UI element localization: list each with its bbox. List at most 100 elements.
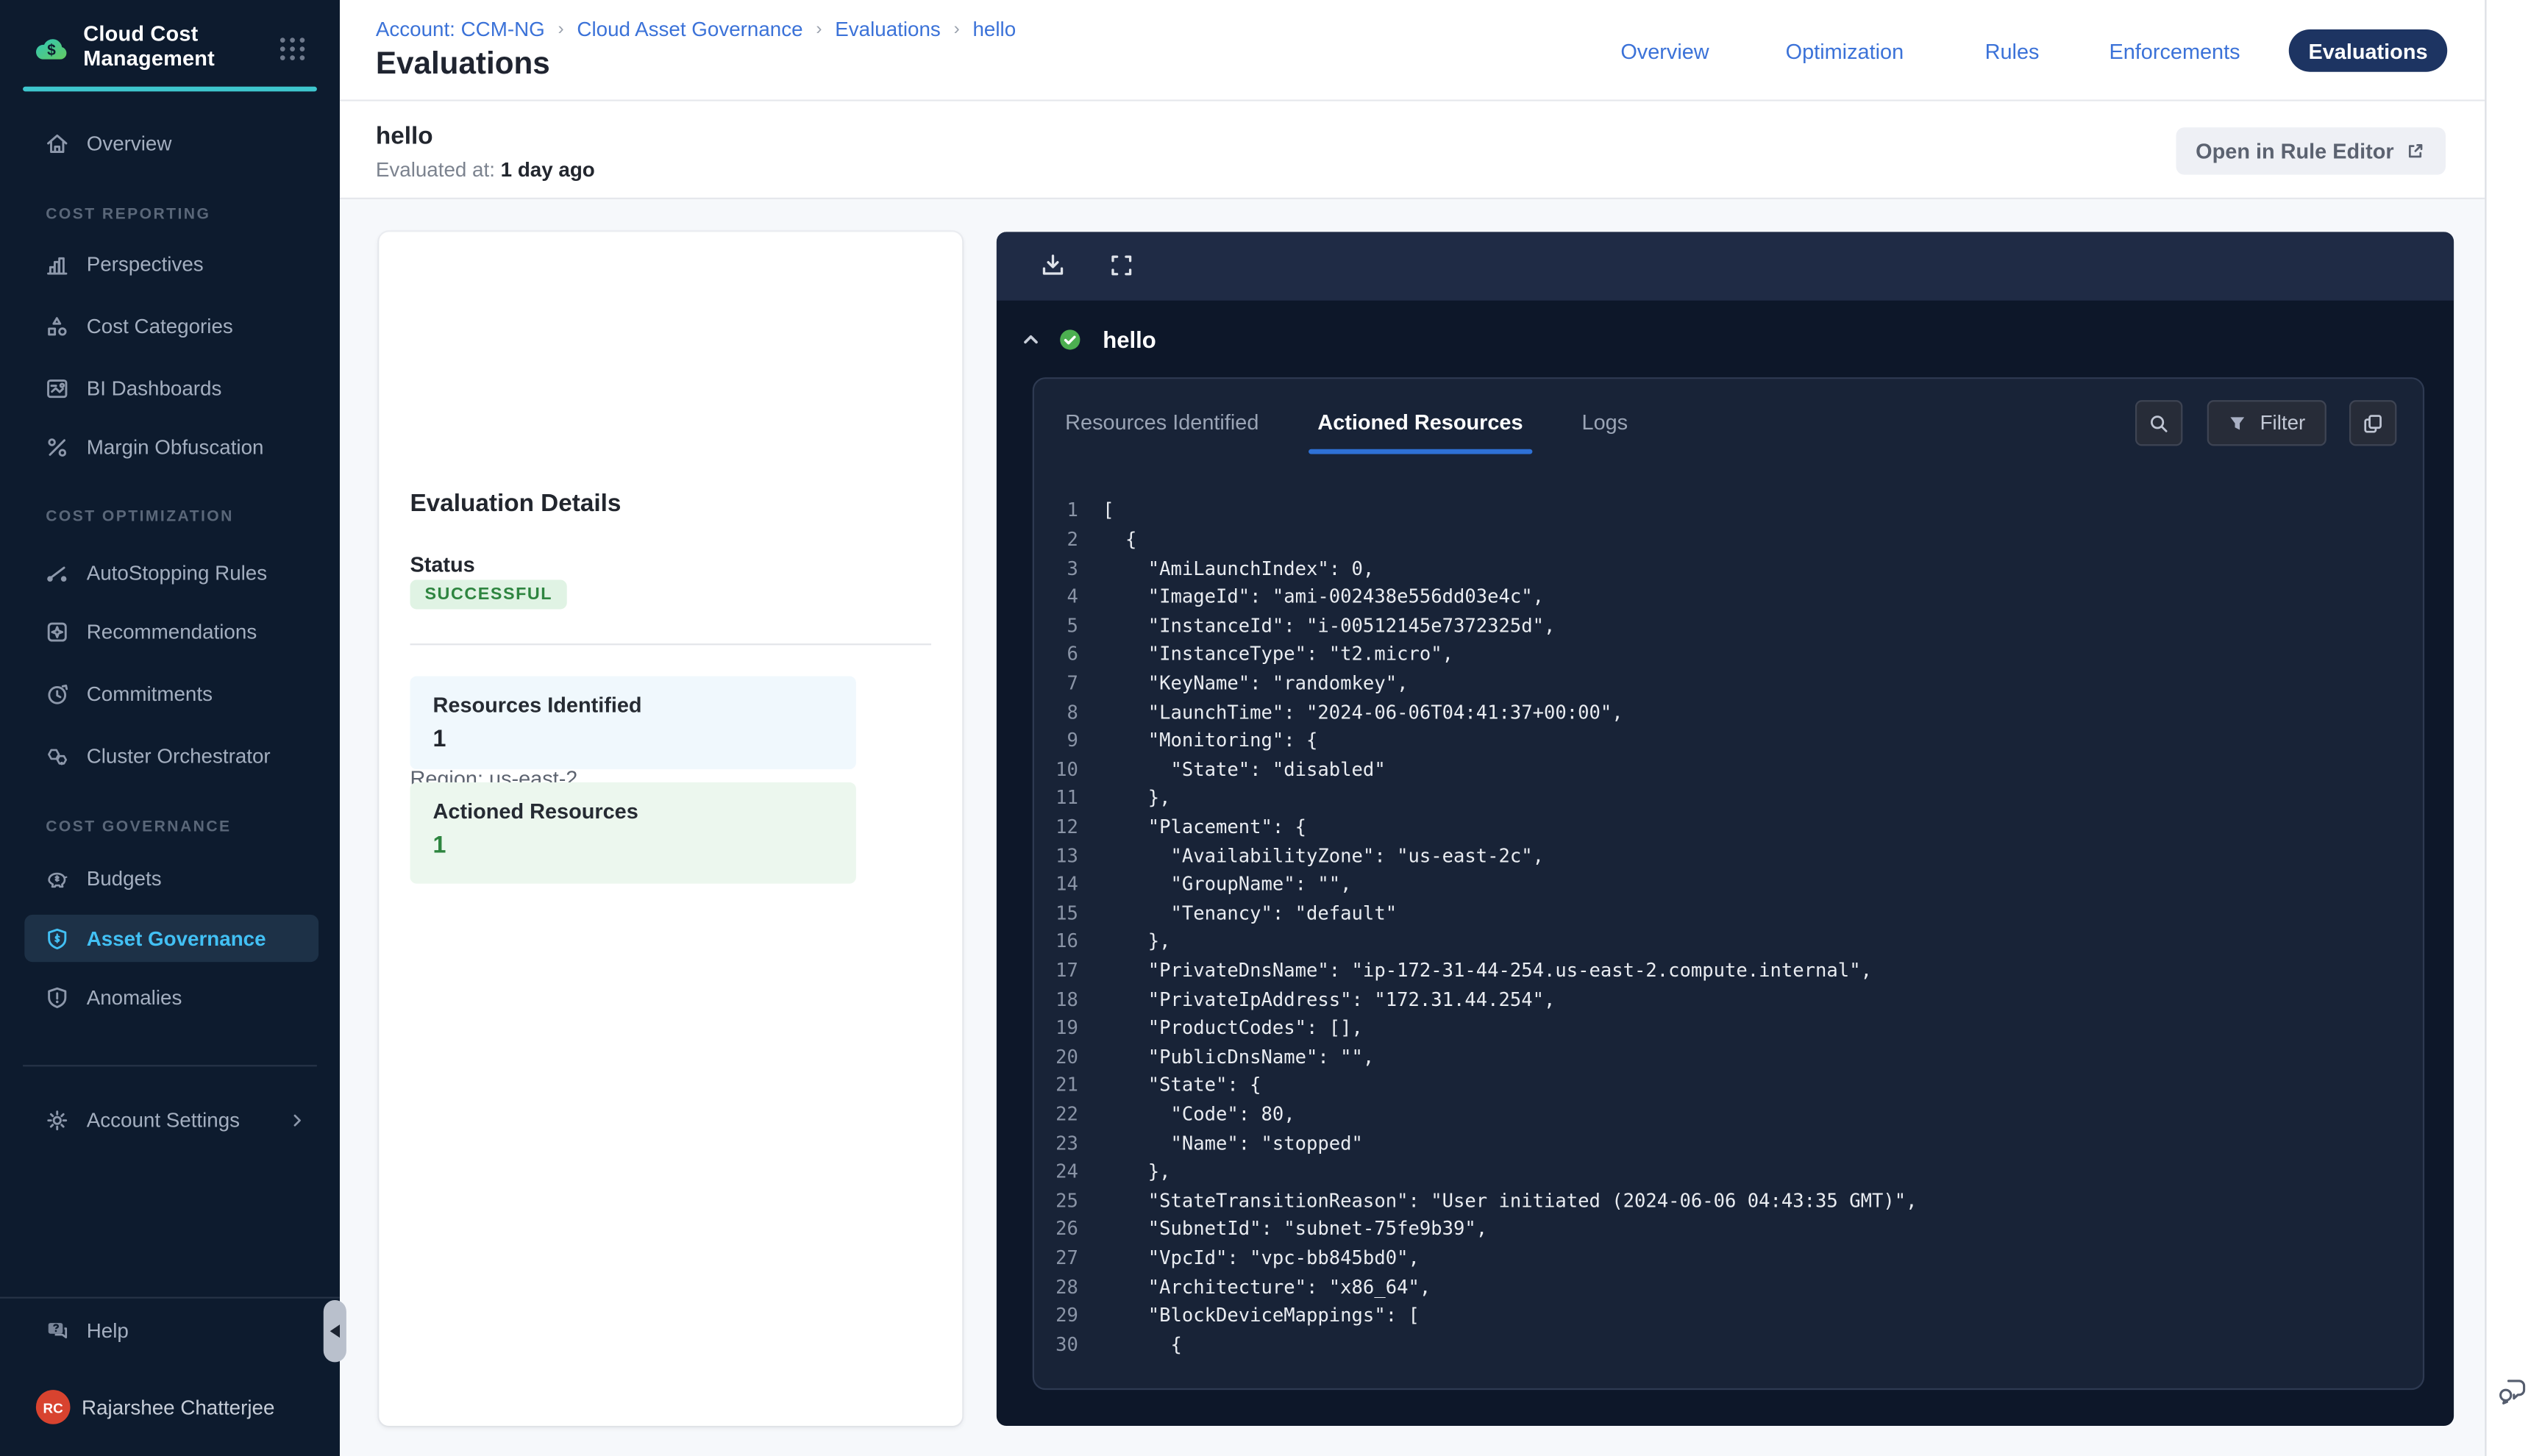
dashboard-image-icon: [44, 375, 71, 402]
tab-logs[interactable]: Logs: [1572, 410, 1637, 454]
sidebar-item-cluster-orchestrator[interactable]: Cluster Orchestrator: [0, 731, 340, 780]
sidebar-item-margin-obfuscation[interactable]: Margin Obfuscation: [0, 422, 340, 471]
filter-button[interactable]: Filter: [2207, 401, 2326, 446]
line-number: 8: [1034, 699, 1078, 727]
code-block[interactable]: 1[2 {3 "AmiLaunchIndex": 0,4 "ImageId": …: [1034, 497, 2417, 1359]
code-line: 21 "State": {: [1034, 1072, 2417, 1101]
search-button[interactable]: [2135, 401, 2182, 446]
sidebar-item-perspectives[interactable]: Perspectives: [0, 240, 340, 290]
tab-actioned-resources[interactable]: Actioned Resources: [1308, 410, 1533, 454]
line-number: 12: [1034, 813, 1078, 842]
page-title: Evaluations: [376, 47, 550, 83]
chevron-up-icon: [1021, 329, 1041, 349]
hexagons-gear-icon: [44, 742, 71, 768]
code-line: 24 },: [1034, 1158, 2417, 1187]
line-text: "PublicDnsName": "",: [1103, 1043, 1374, 1072]
resources-card: Resources Identified Actioned Resources …: [1033, 377, 2425, 1390]
breadcrumb-account[interactable]: Account: CCM-NG: [376, 17, 545, 40]
resource-center-rail: [2484, 0, 2542, 1456]
breadcrumb-current: hello: [972, 17, 1016, 40]
line-number: 26: [1034, 1216, 1078, 1244]
support-chat-icon[interactable]: [2496, 1374, 2529, 1406]
sidebar-item-anomalies[interactable]: Anomalies: [0, 973, 340, 1022]
line-text: "Tenancy": "default": [1103, 899, 1397, 928]
line-text: "PrivateIpAddress": "172.31.44.254",: [1103, 986, 1555, 1015]
line-text: "BlockDeviceMappings": [: [1103, 1302, 1420, 1330]
line-text: "GroupName": "",: [1103, 871, 1351, 899]
sidebar-item-asset-governance[interactable]: Asset Governance: [0, 915, 340, 964]
line-number: 23: [1034, 1130, 1078, 1158]
user-menu[interactable]: RC Rajarshee Chatterjee: [36, 1389, 330, 1425]
chevron-left-icon: [330, 1324, 340, 1338]
section-cost-optimization: COST OPTIMIZATION: [46, 507, 234, 525]
user-name: Rajarshee Chatterjee: [82, 1396, 274, 1418]
line-text: "StateTransitionReason": "User initiated…: [1103, 1187, 1917, 1216]
line-number: 19: [1034, 1015, 1078, 1043]
sidebar-item-bi-dashboards[interactable]: BI Dashboards: [0, 363, 340, 413]
line-text: [: [1103, 497, 1114, 526]
nav-overview[interactable]: Overview: [1620, 38, 1709, 63]
tab-resources-identified[interactable]: Resources Identified: [1055, 410, 1269, 454]
nav-rules[interactable]: Rules: [1985, 38, 2040, 63]
line-text: "InstanceType": "t2.micro",: [1103, 641, 1453, 670]
line-number: 9: [1034, 727, 1078, 756]
code-line: 12 "Placement": {: [1034, 813, 2417, 842]
code-line: 14 "GroupName": "",: [1034, 871, 2417, 899]
line-text: "LaunchTime": "2024-06-06T04:41:37+00:00…: [1103, 699, 1623, 727]
line-text: {: [1103, 1331, 1182, 1360]
line-text: "PrivateDnsName": "ip-172-31-44-254.us-e…: [1103, 957, 1872, 986]
run-collapse-row[interactable]: hello: [997, 300, 2454, 379]
line-number: 7: [1034, 670, 1078, 699]
sidebar-item-recommendations[interactable]: Recommendations: [0, 607, 340, 657]
nav-evaluations-active[interactable]: Evaluations: [2289, 29, 2447, 72]
sidebar-item-budgets[interactable]: Budgets: [0, 854, 340, 904]
sidebar-collapse-handle[interactable]: [324, 1300, 346, 1362]
sidebar-divider: [23, 1064, 317, 1066]
line-text: "AvailabilityZone": "us-east-2c",: [1103, 842, 1544, 871]
line-number: 27: [1034, 1244, 1078, 1273]
download-icon[interactable]: [1039, 252, 1067, 280]
sidebar-item-commitments[interactable]: Commitments: [0, 670, 340, 719]
external-link-icon: [2405, 140, 2427, 162]
line-text: "State": {: [1103, 1072, 1261, 1101]
nav-enforcements[interactable]: Enforcements: [2109, 38, 2240, 63]
code-line: 9 "Monitoring": {: [1034, 727, 2417, 756]
chevron-right-icon: [288, 1110, 307, 1130]
line-text: "VpcId": "vpc-bb845bd0",: [1103, 1244, 1420, 1273]
sidebar-item-cost-categories[interactable]: Cost Categories: [0, 301, 340, 351]
line-number: 6: [1034, 641, 1078, 670]
search-icon: [2146, 412, 2171, 436]
viewer-toolbar: [997, 231, 2454, 300]
open-in-rule-editor-button[interactable]: Open in Rule Editor: [2176, 127, 2446, 174]
sidebar-item-autostopping-rules[interactable]: AutoStopping Rules: [0, 548, 340, 597]
status-label: Status: [410, 552, 474, 576]
evaluation-details-card: Evaluation Details Status SUCCESSFUL Tar…: [380, 231, 962, 1425]
nav-optimization[interactable]: Optimization: [1786, 38, 1904, 63]
shapes-icon: [44, 313, 71, 339]
code-line: 20 "PublicDnsName": "",: [1034, 1043, 2417, 1072]
line-number: 16: [1034, 928, 1078, 957]
breadcrumb-separator: ›: [954, 19, 960, 39]
card-divider: [410, 644, 931, 646]
sidebar-item-overview[interactable]: Overview: [0, 119, 340, 168]
sidebar-item-account-settings[interactable]: Account Settings: [0, 1096, 340, 1145]
sidebar-item-help[interactable]: Help: [0, 1307, 340, 1356]
breadcrumb-cloud-asset-governance[interactable]: Cloud Asset Governance: [577, 17, 802, 40]
shield-dollar-icon: [44, 926, 71, 952]
svg-text:$: $: [47, 42, 56, 59]
screen: $ Cloud CostManagement Overview COST REP…: [0, 0, 2542, 1456]
fullscreen-icon[interactable]: [1108, 252, 1136, 280]
line-text: "InstanceId": "i-00512145e7372325d",: [1103, 613, 1555, 641]
code-line: 19 "ProductCodes": [],: [1034, 1015, 2417, 1043]
code-line: 27 "VpcId": "vpc-bb845bd0",: [1034, 1244, 2417, 1273]
copy-button[interactable]: [2349, 401, 2396, 446]
line-number: 24: [1034, 1158, 1078, 1187]
clock-history-icon: [44, 681, 71, 707]
breadcrumb-evaluations[interactable]: Evaluations: [835, 17, 941, 40]
sidebar-accent-rule: [23, 87, 317, 91]
section-cost-reporting: COST REPORTING: [46, 205, 210, 223]
line-number: 15: [1034, 899, 1078, 928]
funnel-icon: [2227, 413, 2249, 435]
app-grid-icon[interactable]: [276, 36, 308, 63]
home-icon: [44, 131, 71, 157]
